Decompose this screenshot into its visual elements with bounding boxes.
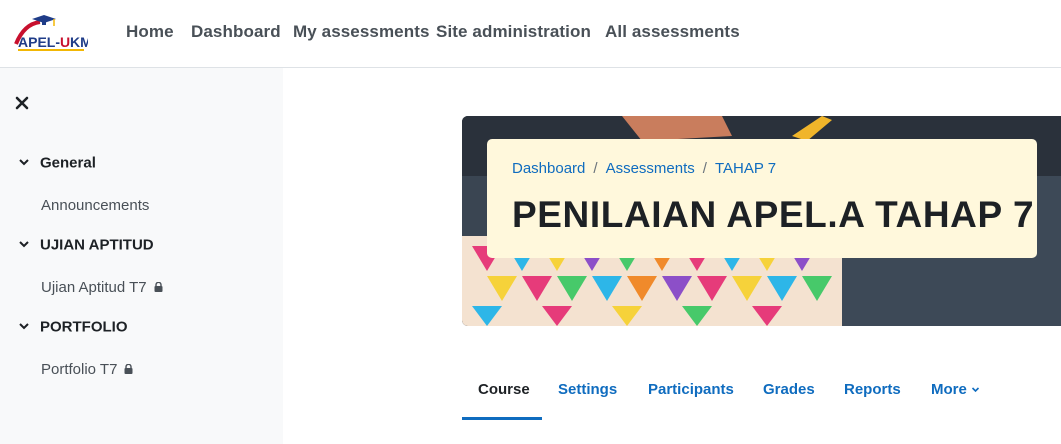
section-general[interactable]: General xyxy=(17,154,96,178)
section-portfolio[interactable]: PORTFOLIO xyxy=(17,318,128,342)
activity-portfolio-t7[interactable]: Portfolio T7 xyxy=(41,361,133,378)
tab-course[interactable]: Course xyxy=(478,381,530,398)
chevron-down-icon xyxy=(971,386,979,392)
top-navbar: APEL- U KM Home Dashboard My assessments… xyxy=(0,0,1061,68)
breadcrumb-dashboard[interactable]: Dashboard xyxy=(512,160,585,177)
breadcrumb-tahap-7[interactable]: TAHAP 7 xyxy=(715,160,776,177)
nav-my-assessments[interactable]: My assessments xyxy=(293,22,430,42)
tab-more[interactable]: More xyxy=(931,381,980,398)
activity-label: Announcements xyxy=(41,197,150,214)
lock-icon xyxy=(154,281,163,292)
page-header-card: Dashboard / Assessments / TAHAP 7 PENILAIAN … xyxy=(487,139,1037,258)
svg-text:U: U xyxy=(60,34,70,50)
section-label: General xyxy=(40,154,96,172)
breadcrumb-assessments[interactable]: Assessments xyxy=(606,160,695,177)
nav-home[interactable]: Home xyxy=(126,22,174,42)
breadcrumb-separator: / xyxy=(702,160,707,177)
tab-settings[interactable]: Settings xyxy=(558,381,617,398)
section-label: PORTFOLIO xyxy=(40,318,128,336)
section-ujian-aptitud[interactable]: UJIAN APTITUD xyxy=(17,236,154,260)
nav-dashboard[interactable]: Dashboard xyxy=(191,22,281,42)
section-label: UJIAN APTITUD xyxy=(40,236,154,254)
chevron-down-icon xyxy=(19,322,29,329)
activity-ujian-aptitud-t7[interactable]: Ujian Aptitud T7 xyxy=(41,279,163,296)
breadcrumb-separator: / xyxy=(593,160,598,177)
chevron-down-icon xyxy=(19,158,29,165)
tab-reports[interactable]: Reports xyxy=(844,381,901,398)
breadcrumb: Dashboard / Assessments / TAHAP 7 xyxy=(512,160,776,177)
tab-more-label: More xyxy=(931,381,967,398)
svg-text:KM: KM xyxy=(70,34,88,50)
nav-all-assessments[interactable]: All assessments xyxy=(605,22,740,42)
site-logo[interactable]: APEL- U KM xyxy=(14,14,92,52)
course-index-drawer: General Announcements UJIAN APTITUD Ujia… xyxy=(0,68,283,444)
nav-site-administration[interactable]: Site administration xyxy=(436,22,591,42)
activity-label: Ujian Aptitud T7 xyxy=(41,279,147,296)
tab-participants[interactable]: Participants xyxy=(648,381,734,398)
active-tab-indicator xyxy=(462,417,542,420)
activity-announcements[interactable]: Announcements xyxy=(41,197,149,214)
close-icon xyxy=(15,96,29,110)
activity-label: Portfolio T7 xyxy=(41,361,118,378)
page-title: PENILAIAN APEL.A TAHAP 7 xyxy=(512,194,1035,235)
chevron-down-icon xyxy=(19,240,29,247)
lock-icon xyxy=(124,363,133,374)
svg-text:APEL-: APEL- xyxy=(18,34,60,50)
tab-grades[interactable]: Grades xyxy=(763,381,815,398)
close-drawer-button[interactable] xyxy=(15,94,35,114)
